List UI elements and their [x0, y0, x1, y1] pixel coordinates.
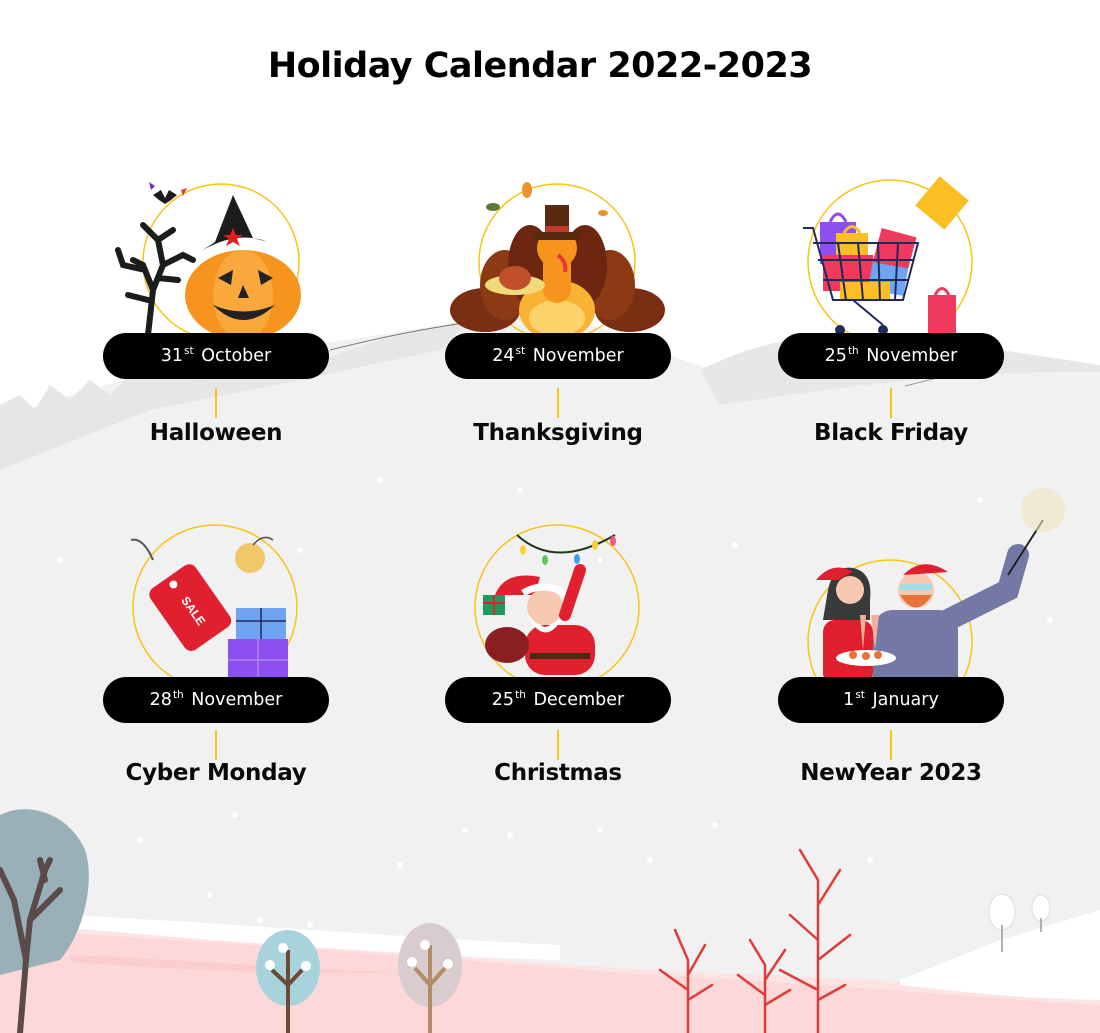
page-title: Holiday Calendar 2022-2023 — [267, 46, 813, 86]
connector-line — [215, 730, 217, 760]
connector-line — [557, 388, 559, 418]
holiday-name: Black Friday — [813, 420, 968, 446]
date-day: 31 — [160, 346, 184, 366]
holiday-name: Halloween — [149, 420, 283, 446]
date-day: 25 — [824, 346, 847, 366]
date-pill: 25th November — [778, 333, 1004, 379]
date-month: October — [201, 346, 272, 366]
sale-tag-icon: SALE — [130, 524, 298, 680]
jack-o-lantern-icon — [115, 182, 301, 335]
holiday-name: Thanksgiving — [473, 420, 643, 446]
shopping-cart-icon — [803, 176, 973, 335]
connector-line — [215, 388, 217, 418]
date-suffix: st — [855, 689, 865, 701]
connector-line — [890, 388, 892, 418]
date-pill: 1st January — [778, 677, 1004, 723]
date-month: November — [866, 346, 958, 366]
turkey-icon — [450, 182, 665, 335]
santa-claus-icon — [474, 524, 640, 680]
date-suffix: th — [847, 345, 859, 357]
date-suffix: th — [515, 689, 526, 701]
date-day: 28 — [149, 690, 172, 710]
date-suffix: th — [172, 689, 184, 701]
holiday-name: NewYear 2023 — [800, 760, 982, 786]
date-month: November — [191, 690, 283, 710]
holiday-name: Cyber Monday — [125, 760, 307, 786]
connector-line — [890, 730, 892, 760]
date-day: 1 — [843, 690, 855, 710]
date-pill: 28th November — [103, 677, 329, 723]
date-pill: 24st November — [445, 333, 671, 379]
date-month: January — [872, 690, 939, 710]
date-day: 25 — [491, 690, 515, 710]
new-year-couple-icon — [807, 488, 1065, 680]
holiday-name: Christmas — [494, 760, 622, 786]
date-month: December — [533, 690, 625, 710]
date-suffix: st — [184, 345, 194, 357]
date-pill: 31st October — [103, 333, 329, 379]
date-day: 24 — [492, 346, 515, 366]
date-month: November — [532, 346, 624, 366]
connector-line — [557, 730, 559, 760]
date-pill: 25th December — [445, 677, 671, 723]
date-suffix: st — [515, 345, 526, 357]
